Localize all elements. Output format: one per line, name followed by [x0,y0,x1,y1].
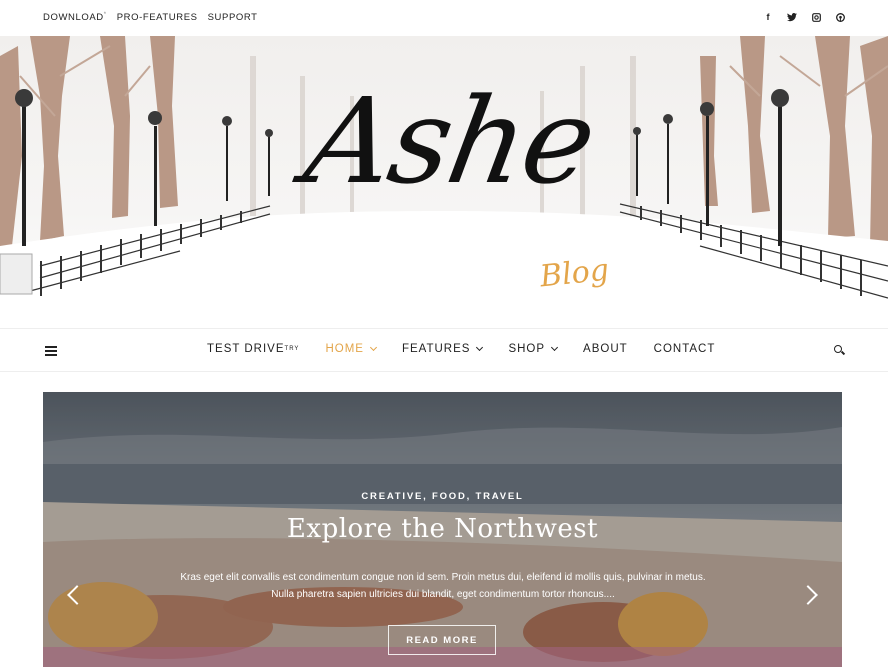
nav-item-about[interactable]: ABOUT [583,343,628,355]
read-more-button[interactable]: READ MORE [388,625,496,655]
chevron-down-icon [550,343,559,352]
pro-features-link[interactable]: PRO-FEATURES [117,12,198,23]
top-bar: DOWNLOAD* PRO-FEATURES SUPPORT f [0,0,888,36]
slide-title[interactable]: Explore the Northwest [43,514,842,544]
download-link[interactable]: DOWNLOAD* [43,12,107,23]
facebook-icon[interactable]: f [762,11,774,23]
nav-item-home[interactable]: HOME [325,343,377,355]
nav-item-contact[interactable]: CONTACT [654,343,716,355]
nav-item-test-drive[interactable]: TEST DRIVE TRY [207,343,299,355]
search-icon[interactable] [834,345,846,356]
slide-excerpt: Kras eget elit convallis est condimentum… [180,572,706,600]
top-links: DOWNLOAD* PRO-FEATURES SUPPORT [43,12,258,23]
nav-item-home-label: HOME [325,343,364,355]
nav-item-features[interactable]: FEATURES [401,343,484,355]
nav-item-shop-label: SHOP [508,343,546,355]
slide-content: CREATIVE, FOOD, TRAVEL Explore the North… [43,392,842,667]
main-navigation: TEST DRIVE TRY HOME FEATURES SHOP ABOUT C… [0,328,888,372]
header-image: Ashe Blog [0,36,888,328]
chevron-down-icon [476,343,484,352]
winter-park-illustration [0,36,888,328]
nav-item-features-label: FEATURES [401,343,471,355]
twitter-icon[interactable] [786,11,798,23]
support-link[interactable]: SUPPORT [208,12,258,23]
nav-item-contact-label: CONTACT [653,343,716,355]
menu-icon[interactable] [45,346,57,356]
nav-item-shop[interactable]: SHOP [508,343,559,355]
nav-menu: TEST DRIVE TRY HOME FEATURES SHOP ABOUT C… [207,343,715,355]
download-link-sup: * [103,12,107,18]
instagram-icon[interactable] [810,11,822,23]
nav-item-about-label: ABOUT [583,343,628,355]
chevron-down-icon [369,343,377,352]
download-link-label: DOWNLOAD [43,12,104,24]
featured-slider: CREATIVE, FOOD, TRAVEL Explore the North… [43,392,842,667]
nav-item-test-drive-sup: TRY [284,346,300,352]
nav-item-test-drive-label: TEST DRIVE [207,343,285,355]
slide-categories[interactable]: CREATIVE, FOOD, TRAVEL [43,491,842,502]
social-icons: f [762,11,846,23]
pinterest-icon[interactable] [834,11,846,23]
